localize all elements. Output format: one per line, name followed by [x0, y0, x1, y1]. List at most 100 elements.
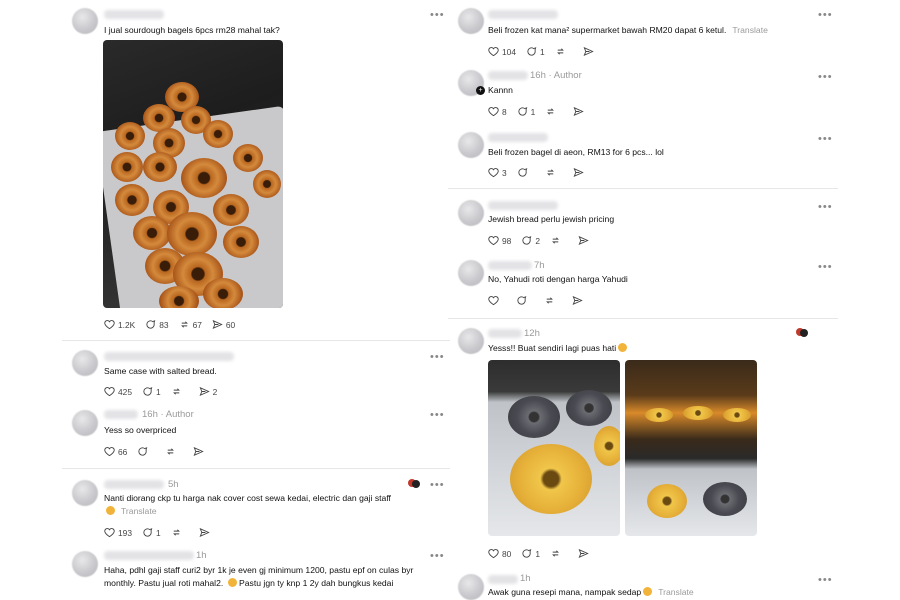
avatar[interactable] [72, 350, 98, 376]
reply-icon [522, 549, 532, 558]
avatar[interactable] [458, 200, 484, 226]
reply-button[interactable]: 1 [517, 106, 536, 117]
reply-icon [518, 168, 527, 177]
reply-button[interactable] [137, 446, 155, 457]
repost-button[interactable] [171, 386, 189, 397]
share-button[interactable] [578, 235, 596, 246]
repost-button[interactable] [550, 548, 568, 559]
reply-button[interactable]: 1 [142, 527, 161, 538]
translate-link[interactable]: Translate [658, 587, 694, 597]
more-options-button[interactable]: ••• [818, 72, 833, 83]
avatar[interactable] [72, 8, 98, 34]
like-button[interactable]: 66 [104, 446, 127, 457]
reply-count: 1 [530, 106, 536, 117]
share-button[interactable]: 60 [212, 319, 235, 330]
more-options-button[interactable]: ••• [430, 352, 445, 363]
like-button[interactable]: 8 [488, 106, 507, 117]
post-meta: 5h [168, 479, 179, 490]
like-button[interactable]: 425 [104, 386, 132, 397]
reply-button[interactable]: 83 [145, 319, 169, 330]
share-button[interactable] [573, 106, 591, 117]
more-options-button[interactable]: ••• [818, 262, 833, 273]
more-options-button[interactable]: ••• [818, 575, 833, 586]
like-button[interactable]: 80 [488, 548, 511, 559]
avatar[interactable] [458, 574, 484, 600]
avatar[interactable] [72, 551, 98, 577]
username-blurred [488, 133, 548, 142]
avatar[interactable] [458, 132, 484, 158]
post-actions: 1.2K 83 67 60 [104, 319, 245, 330]
more-options-button[interactable]: ••• [818, 134, 833, 145]
share-count: 2 [212, 386, 218, 397]
share-button[interactable] [572, 295, 590, 306]
reply-icon [143, 528, 153, 537]
post-actions: 8 1 [488, 106, 601, 117]
post-photo-bagels-tray[interactable] [488, 360, 620, 536]
translate-link[interactable]: Translate [121, 506, 157, 516]
profile-badge [796, 328, 808, 338]
post-text: No, Yahudi roti dengan harga Yahudi [488, 274, 628, 284]
share-button[interactable] [583, 46, 601, 57]
avatar[interactable] [72, 410, 98, 436]
like-count: 80 [502, 548, 512, 559]
heart-icon [488, 236, 499, 246]
send-icon [199, 386, 210, 397]
reply-button[interactable] [517, 167, 535, 178]
send-icon [583, 46, 594, 57]
share-button[interactable] [193, 446, 211, 457]
like-count: 3 [502, 167, 507, 178]
divider [448, 188, 838, 189]
repost-button[interactable] [165, 446, 183, 457]
repost-button[interactable] [545, 167, 563, 178]
like-button[interactable]: 104 [488, 46, 516, 57]
share-button[interactable] [199, 527, 217, 538]
post-photo-bagels-tray[interactable] [103, 40, 283, 308]
like-button[interactable] [488, 295, 506, 306]
reply-button[interactable]: 1 [521, 548, 540, 559]
send-icon [578, 548, 589, 559]
more-options-button[interactable]: ••• [430, 480, 445, 491]
repost-button[interactable] [171, 527, 189, 538]
send-icon [572, 295, 583, 306]
post-text: Yesss!! Buat sendiri lagi puas hati [488, 342, 628, 354]
share-button[interactable] [578, 548, 596, 559]
reply-button[interactable]: 1 [142, 386, 161, 397]
more-options-button[interactable]: ••• [818, 202, 833, 213]
repost-button[interactable] [545, 106, 563, 117]
more-options-button[interactable]: ••• [430, 410, 445, 421]
reply-icon [146, 320, 156, 329]
repost-icon [552, 550, 559, 557]
like-count: 104 [502, 46, 516, 57]
more-options-button[interactable]: ••• [818, 10, 833, 21]
post-text: I jual sourdough bagels 6pcs rm28 mahal … [104, 25, 280, 35]
share-button[interactable] [573, 167, 591, 178]
like-button[interactable]: 3 [488, 167, 507, 178]
reply-icon [527, 47, 537, 56]
like-button[interactable]: 1.2K [104, 319, 135, 330]
avatar[interactable] [72, 480, 98, 506]
reply-button[interactable] [516, 295, 534, 306]
reply-button[interactable]: 1 [526, 46, 545, 57]
repost-count: 67 [192, 319, 202, 330]
share-button[interactable]: 2 [199, 386, 218, 397]
repost-button[interactable]: 67 [179, 319, 202, 330]
plus-follow-icon[interactable]: + [476, 86, 485, 95]
post-actions: 425 1 2 [104, 386, 227, 397]
repost-button[interactable] [544, 295, 562, 306]
heart-icon [104, 320, 115, 330]
reply-button[interactable]: 2 [521, 235, 540, 246]
repost-button[interactable] [555, 46, 573, 57]
reply-icon [138, 447, 148, 456]
like-button[interactable]: 98 [488, 235, 511, 246]
repost-button[interactable] [550, 235, 568, 246]
post-actions: 104 1 [488, 46, 611, 57]
avatar[interactable] [458, 260, 484, 286]
more-options-button[interactable]: ••• [430, 10, 445, 21]
avatar[interactable] [458, 8, 484, 34]
more-options-button[interactable]: ••• [430, 551, 445, 562]
translate-link[interactable]: Translate [732, 25, 768, 35]
like-button[interactable]: 193 [104, 527, 132, 538]
post-photo-oven[interactable] [625, 360, 757, 536]
avatar[interactable] [458, 328, 484, 354]
post-text: Same case with salted bread. [104, 366, 217, 376]
